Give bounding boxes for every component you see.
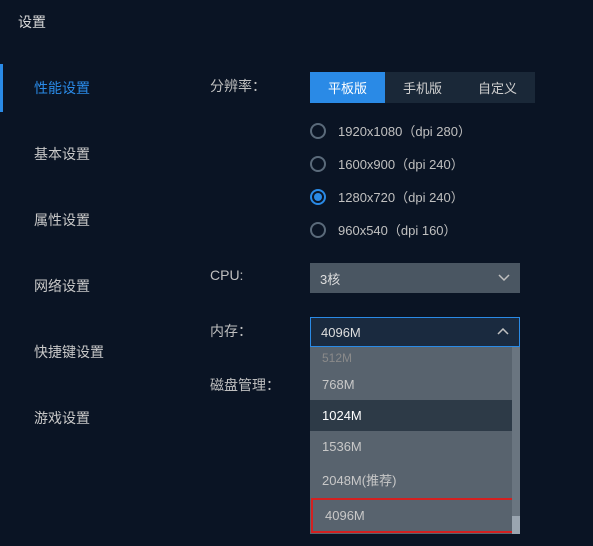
tab-phone[interactable]: 手机版 (385, 72, 460, 103)
radio-icon (310, 189, 326, 205)
memory-option-1536[interactable]: 1536M (310, 431, 520, 462)
memory-row: 内存： 4096M 512M 768M 1024M 1536M 2048M(推荐… (210, 317, 583, 347)
cpu-row: CPU: 3核 (210, 263, 583, 293)
disk-label: 磁盘管理： (210, 371, 310, 395)
main-container: 性能设置 基本设置 属性设置 网络设置 快捷键设置 游戏设置 分辨率： 平板版 … (0, 44, 593, 546)
sidebar-item-game[interactable]: 游戏设置 (0, 394, 150, 442)
memory-label: 内存： (210, 317, 310, 341)
memory-option-512[interactable]: 512M (310, 347, 520, 369)
sidebar-item-network[interactable]: 网络设置 (0, 262, 150, 310)
sidebar-item-shortcut[interactable]: 快捷键设置 (0, 328, 150, 376)
memory-selected-value: 4096M (321, 325, 361, 340)
sidebar-item-performance[interactable]: 性能设置 (0, 64, 150, 112)
sidebar-item-property[interactable]: 属性设置 (0, 196, 150, 244)
tab-custom[interactable]: 自定义 (460, 72, 535, 103)
resolution-row: 分辨率： 平板版 手机版 自定义 1920x1080（dpi 280） 1600… (210, 72, 583, 239)
dropdown-scrollbar[interactable] (512, 347, 520, 534)
sidebar: 性能设置 基本设置 属性设置 网络设置 快捷键设置 游戏设置 (0, 44, 150, 546)
scrollbar-thumb[interactable] (512, 516, 520, 534)
chevron-down-icon (498, 272, 510, 284)
cpu-select[interactable]: 3核 (310, 263, 520, 293)
cpu-label: CPU: (210, 263, 310, 283)
content-panel: 分辨率： 平板版 手机版 自定义 1920x1080（dpi 280） 1600… (150, 44, 593, 546)
radio-label: 1920x1080（dpi 280） (338, 121, 471, 140)
memory-option-2048[interactable]: 2048M(推荐) (310, 462, 520, 497)
resolution-option-1920[interactable]: 1920x1080（dpi 280） (310, 121, 583, 140)
memory-select[interactable]: 4096M (310, 317, 520, 347)
resolution-option-960[interactable]: 960x540（dpi 160） (310, 220, 583, 239)
memory-dropdown: 512M 768M 1024M 1536M 2048M(推荐) 4096M (310, 347, 520, 534)
radio-label: 1280x720（dpi 240） (338, 187, 464, 206)
resolution-option-1280[interactable]: 1280x720（dpi 240） (310, 187, 583, 206)
radio-icon (310, 123, 326, 139)
radio-icon (310, 156, 326, 172)
resolution-option-1600[interactable]: 1600x900（dpi 240） (310, 154, 583, 173)
memory-option-4096[interactable]: 4096M (311, 498, 519, 533)
radio-label: 960x540（dpi 160） (338, 220, 457, 239)
sidebar-item-basic[interactable]: 基本设置 (0, 130, 150, 178)
resolution-tabs: 平板版 手机版 自定义 (310, 72, 583, 103)
memory-option-1024[interactable]: 1024M (310, 400, 520, 431)
window-title: 设置 (0, 0, 593, 44)
tab-tablet[interactable]: 平板版 (310, 72, 385, 103)
resolution-label: 分辨率： (210, 72, 310, 96)
chevron-up-icon (497, 326, 509, 338)
cpu-selected-value: 3核 (320, 269, 340, 288)
radio-label: 1600x900（dpi 240） (338, 154, 464, 173)
resolution-radio-group: 1920x1080（dpi 280） 1600x900（dpi 240） 128… (310, 121, 583, 239)
memory-option-768[interactable]: 768M (310, 369, 520, 400)
radio-icon (310, 222, 326, 238)
